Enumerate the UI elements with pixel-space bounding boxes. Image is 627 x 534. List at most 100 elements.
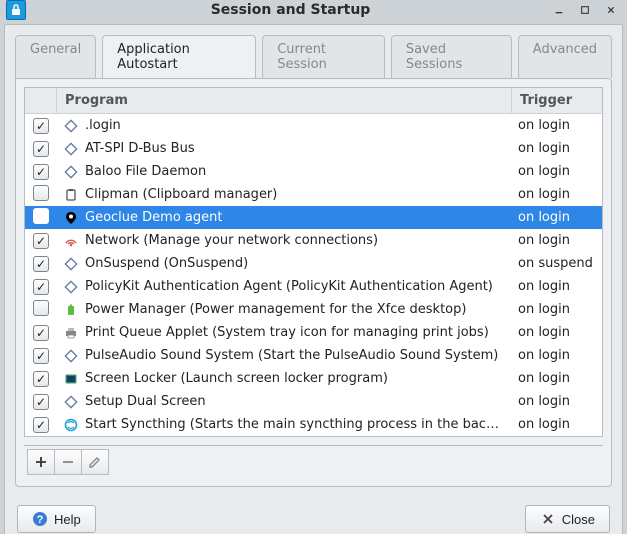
table-row[interactable]: Start Syncthing (Starts the main syncthi…: [25, 413, 602, 436]
row-trigger-cell: on login: [512, 164, 602, 179]
tab-general[interactable]: General: [15, 35, 96, 78]
table-row[interactable]: Screen Locker (Launch screen locker prog…: [25, 367, 602, 390]
pencil-icon: [88, 455, 102, 469]
row-checkbox[interactable]: [33, 417, 49, 433]
table-row[interactable]: .loginon login: [25, 114, 602, 137]
row-program-label: Network (Manage your network connections…: [85, 233, 378, 248]
row-program-label: Print Queue Applet (System tray icon for…: [85, 325, 489, 340]
table-row[interactable]: AT-SPI D-Bus Bus on login: [25, 137, 602, 160]
power-icon: [63, 302, 79, 318]
row-checkbox[interactable]: [33, 371, 49, 387]
list-toolbar: [24, 445, 603, 478]
row-trigger-cell: on login: [512, 187, 602, 202]
maximize-button[interactable]: [575, 1, 595, 19]
header-checkbox-col[interactable]: [25, 88, 57, 113]
row-checkbox-cell[interactable]: [25, 325, 57, 341]
row-program-label: Setup Dual Screen: [85, 394, 206, 409]
row-checkbox[interactable]: [33, 185, 49, 201]
tab-current-session[interactable]: Current Session: [262, 35, 385, 78]
row-checkbox-cell[interactable]: [25, 256, 57, 272]
row-program-label: Start Syncthing (Starts the main syncthi…: [85, 417, 506, 432]
row-checkbox-cell[interactable]: [25, 118, 57, 134]
row-checkbox[interactable]: [33, 348, 49, 364]
row-checkbox-cell[interactable]: [25, 348, 57, 364]
table-row[interactable]: Geoclue Demo agent on login: [25, 206, 602, 229]
header-trigger[interactable]: Trigger: [512, 88, 602, 113]
row-checkbox-cell[interactable]: [25, 300, 57, 320]
row-program-cell: Start Syncthing (Starts the main syncthi…: [57, 417, 512, 433]
row-trigger-cell: on login: [512, 233, 602, 248]
row-program-label: .login: [85, 118, 121, 133]
row-checkbox-cell[interactable]: [25, 141, 57, 157]
row-checkbox-cell[interactable]: [25, 185, 57, 205]
row-checkbox[interactable]: [33, 300, 49, 316]
table-row[interactable]: Clipman (Clipboard manager) on login: [25, 183, 602, 206]
tab-advanced[interactable]: Advanced: [518, 35, 612, 78]
list-header: Program Trigger: [25, 88, 602, 114]
table-row[interactable]: PolicyKit Authentication Agent (PolicyKi…: [25, 275, 602, 298]
tab-saved-sessions[interactable]: Saved Sessions: [391, 35, 512, 78]
header-program[interactable]: Program: [57, 88, 512, 113]
add-button[interactable]: [27, 449, 55, 475]
row-checkbox-cell[interactable]: [25, 417, 57, 433]
table-row[interactable]: Network (Manage your network connections…: [25, 229, 602, 252]
row-checkbox-cell[interactable]: [25, 279, 57, 295]
row-trigger-cell: on login: [512, 417, 602, 432]
row-checkbox-cell[interactable]: [25, 371, 57, 387]
row-program-cell: Print Queue Applet (System tray icon for…: [57, 325, 512, 341]
row-checkbox[interactable]: [33, 141, 49, 157]
titlebar: Session and Startup: [0, 0, 627, 20]
row-checkbox[interactable]: [33, 325, 49, 341]
close-icon: [540, 511, 556, 527]
row-program-cell: PulseAudio Sound System (Start the Pulse…: [57, 348, 512, 364]
row-program-label: OnSuspend (OnSuspend): [85, 256, 248, 271]
help-button[interactable]: ? Help: [17, 505, 96, 533]
row-checkbox[interactable]: [33, 208, 49, 224]
table-row[interactable]: OnSuspend (OnSuspend)on suspend: [25, 252, 602, 275]
row-checkbox[interactable]: [33, 118, 49, 134]
geoclue-icon: [63, 210, 79, 226]
table-row[interactable]: Print Queue Applet (System tray icon for…: [25, 321, 602, 344]
row-program-label: AT-SPI D-Bus Bus: [85, 141, 195, 156]
row-trigger-cell: on login: [512, 394, 602, 409]
tab-panel-application-autostart: Program Trigger .loginon loginAT-SPI D-B…: [15, 78, 612, 487]
row-trigger-cell: on login: [512, 210, 602, 225]
minimize-button[interactable]: [549, 1, 569, 19]
row-program-cell: AT-SPI D-Bus Bus: [57, 141, 512, 157]
row-checkbox-cell[interactable]: [25, 233, 57, 249]
edit-button[interactable]: [81, 449, 109, 475]
row-program-label: Geoclue Demo agent: [85, 210, 222, 225]
row-checkbox[interactable]: [33, 233, 49, 249]
row-program-label: Baloo File Daemon: [85, 164, 206, 179]
table-row[interactable]: Power Manager (Power management for the …: [25, 298, 602, 321]
table-row[interactable]: Setup Dual Screen on login: [25, 390, 602, 413]
row-program-cell: PolicyKit Authentication Agent (PolicyKi…: [57, 279, 512, 295]
row-program-cell: Geoclue Demo agent: [57, 210, 512, 226]
row-checkbox[interactable]: [33, 164, 49, 180]
row-checkbox-cell[interactable]: [25, 164, 57, 180]
lock-icon: [63, 371, 79, 387]
row-trigger-cell: on login: [512, 325, 602, 340]
sync-icon: [63, 417, 79, 433]
list-body[interactable]: .loginon loginAT-SPI D-Bus Buson loginBa…: [25, 114, 602, 436]
generic-icon: [63, 256, 79, 272]
close-window-button[interactable]: [601, 1, 621, 19]
remove-button[interactable]: [54, 449, 82, 475]
row-checkbox-cell[interactable]: [25, 394, 57, 410]
row-program-cell: .login: [57, 118, 512, 134]
close-button[interactable]: Close: [525, 505, 610, 533]
clipman-icon: [63, 187, 79, 203]
row-program-cell: OnSuspend (OnSuspend): [57, 256, 512, 272]
row-checkbox[interactable]: [33, 394, 49, 410]
row-checkbox[interactable]: [33, 256, 49, 272]
row-checkbox-cell[interactable]: [25, 208, 57, 228]
row-trigger-cell: on login: [512, 141, 602, 156]
row-program-label: Screen Locker (Launch screen locker prog…: [85, 371, 388, 386]
row-checkbox[interactable]: [33, 279, 49, 295]
dialog-button-bar: ? Help Close: [5, 497, 622, 534]
table-row[interactable]: Baloo File Daemon on login: [25, 160, 602, 183]
table-row[interactable]: PulseAudio Sound System (Start the Pulse…: [25, 344, 602, 367]
row-program-label: Clipman (Clipboard manager): [85, 187, 277, 202]
tab-application-autostart[interactable]: Application Autostart: [102, 35, 256, 78]
app-icon: [6, 0, 26, 20]
